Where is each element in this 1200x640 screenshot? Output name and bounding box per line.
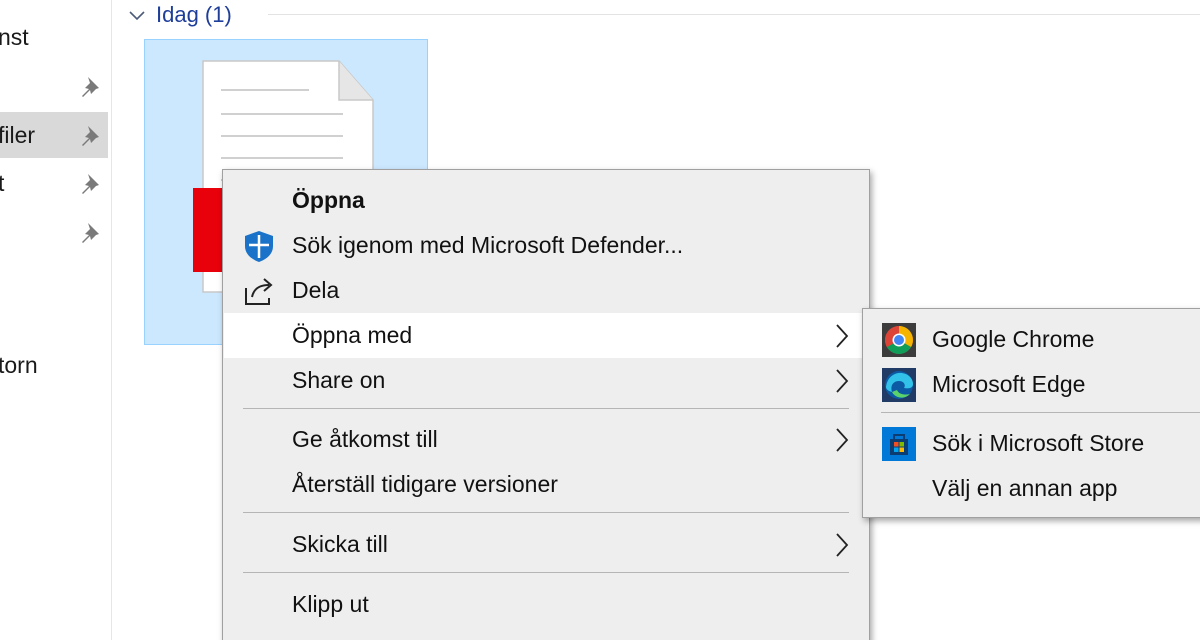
submenu-item-chrome[interactable]: Google Chrome	[864, 317, 1200, 362]
pin-icon	[82, 174, 99, 194]
menu-item-share-on[interactable]: Share on	[224, 358, 868, 403]
menu-item-restore-versions[interactable]: Återställ tidigare versioner	[224, 462, 868, 507]
chrome-icon	[882, 322, 916, 357]
menu-item-send-to[interactable]: Skicka till	[224, 522, 868, 567]
nav-item-pinned-files[interactable]: filer	[0, 112, 108, 158]
pin-icon	[82, 126, 99, 146]
menu-item-label: Klipp ut	[292, 591, 369, 617]
chevron-right-icon	[836, 369, 849, 393]
menu-item-label: Öppna med	[292, 322, 413, 348]
menu-item-label: Sök igenom med Microsoft Defender...	[292, 232, 684, 258]
share-icon	[245, 277, 273, 305]
group-title: Idag (1)	[156, 2, 232, 27]
nav-item-pinned-4[interactable]	[0, 209, 108, 255]
menu-item-label: Share on	[292, 367, 386, 393]
submenu-item-label: Välj en annan app	[932, 475, 1118, 501]
menu-item-cut[interactable]: Klipp ut	[224, 582, 868, 627]
nav-item-label: t	[0, 169, 5, 196]
context-menu: Öppna Sök igenom med Microsoft Defender.…	[222, 169, 870, 640]
menu-item-share[interactable]: Dela	[224, 268, 868, 313]
menu-item-defender-scan[interactable]: Sök igenom med Microsoft Defender...	[224, 223, 868, 268]
group-divider	[268, 14, 1200, 15]
pin-icon	[82, 223, 99, 243]
submenu-item-microsoft-store[interactable]: Sök i Microsoft Store	[864, 421, 1200, 466]
menu-item-open[interactable]: Öppna	[224, 178, 868, 223]
nav-item-pinned-1[interactable]	[0, 63, 108, 109]
menu-separator	[243, 512, 849, 513]
defender-shield-icon	[245, 230, 273, 262]
submenu-separator	[881, 412, 1200, 413]
edge-icon	[882, 367, 916, 402]
submenu-item-label: Microsoft Edge	[932, 371, 1086, 397]
menu-item-give-access[interactable]: Ge åtkomst till	[224, 417, 868, 462]
menu-item-label: Ge åtkomst till	[292, 426, 438, 452]
open-with-submenu: Google Chrome Microsoft Edge Sök i Micro…	[862, 308, 1200, 518]
chevron-right-icon	[836, 533, 849, 557]
file-explorer-window: nst filer t torn Idag (1) Öppna Sök igen…	[0, 0, 1200, 640]
menu-item-label: Återställ tidigare versioner	[292, 471, 558, 497]
submenu-item-label: Sök i Microsoft Store	[932, 430, 1145, 456]
store-icon	[882, 426, 916, 461]
submenu-item-edge[interactable]: Microsoft Edge	[864, 362, 1200, 407]
chevron-down-icon[interactable]	[128, 6, 146, 24]
chevron-right-icon	[836, 428, 849, 452]
submenu-item-choose-another-app[interactable]: Välj en annan app	[864, 466, 1200, 511]
nav-item-label: nst	[0, 23, 29, 50]
submenu-item-label: Google Chrome	[932, 326, 1095, 352]
menu-item-label: Öppna	[292, 187, 365, 213]
nav-item-quick-access[interactable]: nst	[0, 14, 108, 60]
menu-separator	[243, 408, 849, 409]
nav-item-drive[interactable]: torn	[0, 342, 108, 388]
menu-separator	[243, 572, 849, 573]
navigation-pane: nst filer t torn	[0, 0, 112, 640]
nav-item-label: filer	[0, 121, 36, 148]
group-header-today[interactable]: Idag (1)	[128, 0, 232, 30]
nav-item-label: torn	[0, 351, 38, 378]
menu-item-label: Skicka till	[292, 531, 388, 557]
menu-item-open-with[interactable]: Öppna med	[224, 313, 868, 358]
pin-icon	[82, 77, 99, 97]
chevron-right-icon	[836, 324, 849, 348]
menu-item-label: Dela	[292, 277, 340, 303]
nav-item-pinned-3[interactable]: t	[0, 160, 108, 206]
